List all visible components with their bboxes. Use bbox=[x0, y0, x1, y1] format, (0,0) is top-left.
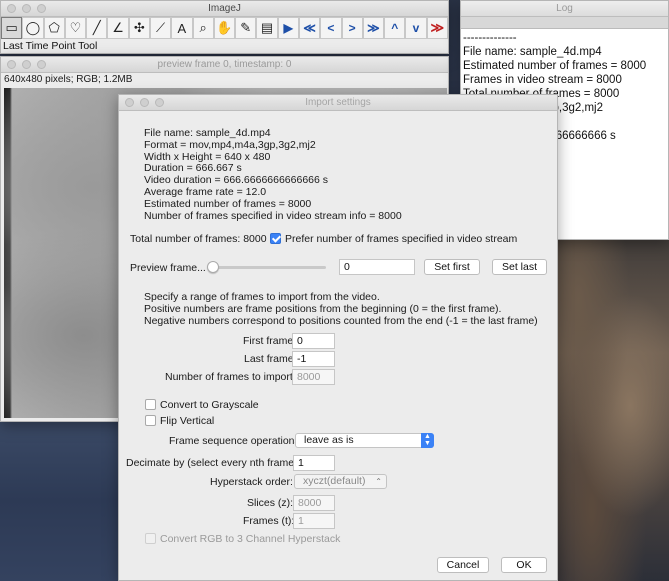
total-frames-label: Total number of frames: 8000 bbox=[130, 233, 267, 245]
angle-tool-icon[interactable]: ∠ bbox=[107, 17, 129, 39]
zoom-button[interactable] bbox=[37, 4, 46, 13]
zoom-button[interactable] bbox=[37, 60, 46, 69]
window-controls bbox=[7, 60, 46, 69]
preview-slider-track[interactable] bbox=[211, 266, 326, 269]
video-info: File name: sample_4d.mp4 Format = mov,mp4… bbox=[144, 127, 402, 222]
convert-rgb-checkbox bbox=[145, 533, 156, 544]
log-line: Frames in video stream = 8000 bbox=[463, 74, 622, 86]
import-settings-dialog: Import settings File name: sample_4d.mp4… bbox=[118, 94, 558, 581]
log-line: Estimated number of frames = 8000 bbox=[463, 60, 647, 72]
preview-frame-label: Preview frame... bbox=[130, 262, 206, 274]
set-last-button[interactable]: Set last bbox=[492, 259, 547, 275]
cancel-button[interactable]: Cancel bbox=[437, 557, 489, 573]
seq-ops-value: leave as is bbox=[304, 434, 354, 446]
log-menubar bbox=[461, 17, 668, 29]
window-controls bbox=[7, 4, 46, 13]
more-tools-icon[interactable]: ≫ bbox=[426, 17, 448, 39]
freehand-tool-icon[interactable]: ♡ bbox=[64, 17, 87, 39]
range-text-line: Positive numbers are frame positions fro… bbox=[144, 302, 502, 315]
window-controls bbox=[125, 98, 164, 107]
first-frame-label: First frame bbox=[243, 335, 294, 347]
prefer-stream-checkbox[interactable] bbox=[270, 233, 281, 244]
info-line: Format = mov,mp4,m4a,3gp,3g2,mj2 bbox=[144, 138, 316, 151]
down-icon[interactable]: v bbox=[405, 17, 427, 39]
updown-arrows-icon: ⌃ bbox=[375, 477, 382, 486]
zoom-button[interactable] bbox=[155, 98, 164, 107]
dialog-titlebar[interactable]: Import settings bbox=[119, 95, 557, 111]
log-line: File name: sample_4d.mp4 bbox=[463, 46, 602, 58]
desktop-cliffs bbox=[540, 230, 669, 581]
grayscale-label: Convert to Grayscale bbox=[160, 399, 259, 411]
convert-rgb-label: Convert RGB to 3 Channel Hyperstack bbox=[160, 533, 341, 545]
range-text-line: Negative numbers correspond to positions… bbox=[144, 314, 538, 327]
stack-tool-icon[interactable]: ▤ bbox=[256, 17, 278, 39]
hyperstack-value: xyczt(default) bbox=[303, 475, 366, 487]
slices-input: 8000 bbox=[293, 495, 335, 511]
previous-frame-icon[interactable]: < bbox=[320, 17, 342, 39]
play-tool-icon[interactable]: ▶ bbox=[277, 17, 299, 39]
preview-slider-knob[interactable] bbox=[207, 261, 219, 273]
seq-ops-label: Frame sequence operations bbox=[169, 435, 300, 447]
line-tool-icon[interactable]: ╱ bbox=[86, 17, 108, 39]
updown-arrows-icon: ▲ ▼ bbox=[421, 433, 434, 448]
flip-vertical-label: Flip Vertical bbox=[160, 415, 215, 427]
frames-input: 1 bbox=[293, 513, 335, 529]
magnifier-tool-icon[interactable]: ⌕ bbox=[192, 17, 214, 39]
imagej-titlebar[interactable]: ImageJ bbox=[1, 1, 448, 17]
hyperstack-select: xyczt(default) ⌃ bbox=[294, 474, 387, 489]
dialog-title: Import settings bbox=[305, 97, 371, 108]
range-instructions: Specify a range of frames to import from… bbox=[144, 291, 538, 327]
oval-tool-icon[interactable]: ◯ bbox=[22, 17, 44, 39]
rectangle-tool-icon[interactable]: ▭ bbox=[1, 17, 23, 39]
minimize-button[interactable] bbox=[22, 60, 31, 69]
preview-frame-input[interactable]: 0 bbox=[339, 259, 415, 275]
imagej-status: Last Time Point Tool bbox=[3, 40, 98, 52]
desktop-sea bbox=[0, 420, 120, 581]
prefer-stream-label: Prefer number of frames specified in vid… bbox=[285, 233, 518, 245]
set-first-button[interactable]: Set first bbox=[424, 259, 480, 275]
close-button[interactable] bbox=[7, 4, 16, 13]
preview-title: preview frame 0, timestamp: 0 bbox=[157, 59, 292, 70]
dropper-tool-icon[interactable]: ✎ bbox=[235, 17, 257, 39]
slices-label: Slices (z): bbox=[247, 497, 294, 509]
info-line: Estimated number of frames = 8000 bbox=[144, 197, 312, 210]
first-frame-input[interactable]: 0 bbox=[292, 333, 335, 349]
frames-label: Frames (t): bbox=[243, 515, 295, 527]
preview-titlebar[interactable]: preview frame 0, timestamp: 0 bbox=[1, 57, 448, 73]
last-frame-icon[interactable]: ≫ bbox=[362, 17, 385, 39]
info-line: Number of frames specified in video stre… bbox=[144, 209, 402, 222]
log-title: Log bbox=[556, 3, 573, 14]
wand-tool-icon[interactable]: ⟋ bbox=[149, 17, 172, 39]
hyperstack-label: Hyperstack order: bbox=[210, 476, 293, 488]
grayscale-checkbox[interactable] bbox=[145, 399, 156, 410]
last-frame-label: Last frame bbox=[244, 353, 294, 365]
info-line: Average frame rate = 12.0 bbox=[144, 185, 267, 198]
up-icon[interactable]: ^ bbox=[384, 17, 406, 39]
seq-ops-select[interactable]: leave as is ▲ ▼ bbox=[295, 433, 434, 448]
num-frames-input: 8000 bbox=[292, 369, 335, 385]
preview-info: 640x480 pixels; RGB; 1.2MB bbox=[4, 74, 133, 85]
close-button[interactable] bbox=[125, 98, 134, 107]
imagej-window: ImageJ ▭ ◯ ⬠ ♡ ╱ ∠ ✣ ⟋ A ⌕ ✋ ✎ ▤ ▶ ≪ < > ≫ ^ v ≫ Last Time P… bbox=[0, 0, 449, 54]
log-titlebar[interactable]: Log bbox=[461, 1, 668, 17]
text-tool-icon[interactable]: A bbox=[171, 17, 193, 39]
next-frame-icon[interactable]: > bbox=[341, 17, 363, 39]
imagej-toolbar: ▭ ◯ ⬠ ♡ ╱ ∠ ✣ ⟋ A ⌕ ✋ ✎ ▤ ▶ ≪ < > ≫ ^ v ≫ bbox=[1, 17, 448, 39]
hand-tool-icon[interactable]: ✋ bbox=[213, 17, 236, 39]
flip-vertical-checkbox[interactable] bbox=[145, 415, 156, 426]
polygon-tool-icon[interactable]: ⬠ bbox=[43, 17, 65, 39]
multipoint-tool-icon[interactable]: ✣ bbox=[128, 17, 150, 39]
first-frame-icon[interactable]: ≪ bbox=[298, 17, 321, 39]
decimate-input[interactable]: 1 bbox=[293, 455, 335, 471]
ok-button[interactable]: OK bbox=[501, 557, 547, 573]
log-line: -------------- bbox=[463, 32, 517, 44]
imagej-title: ImageJ bbox=[208, 3, 241, 14]
num-frames-label: Number of frames to import bbox=[165, 371, 293, 383]
minimize-button[interactable] bbox=[140, 98, 149, 107]
close-button[interactable] bbox=[7, 60, 16, 69]
minimize-button[interactable] bbox=[22, 4, 31, 13]
decimate-label: Decimate by (select every nth frame) bbox=[126, 457, 298, 469]
last-frame-input[interactable]: -1 bbox=[292, 351, 335, 367]
